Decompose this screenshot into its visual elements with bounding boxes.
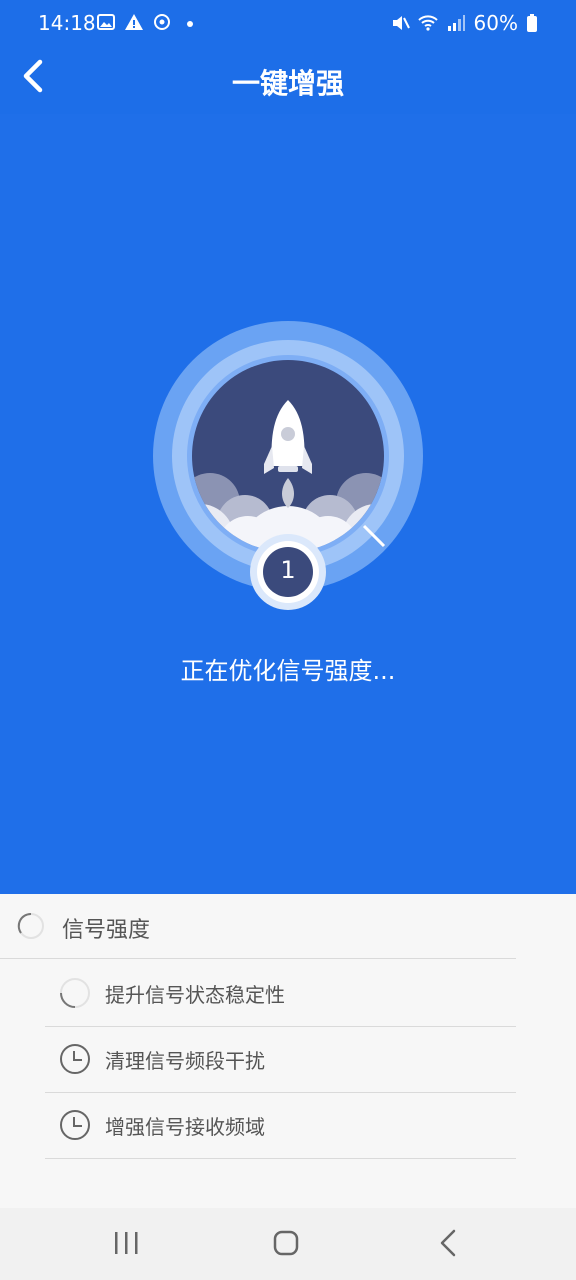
mute-icon bbox=[392, 16, 410, 30]
back-icon bbox=[440, 1229, 456, 1257]
task-label: 增强信号接收频域 bbox=[105, 1115, 265, 1139]
task-label: 清理信号频段干扰 bbox=[105, 1049, 265, 1073]
task-row: 清理信号频段干扰 bbox=[45, 1026, 516, 1093]
recent-apps-icon bbox=[115, 1232, 138, 1254]
task-row: 提升信号状态稳定性 bbox=[45, 960, 516, 1027]
loading-spinner-icon bbox=[17, 912, 44, 939]
dot-icon bbox=[187, 21, 193, 27]
app-header: 一键增强 bbox=[0, 44, 576, 114]
battery-icon bbox=[527, 14, 537, 32]
task-label: 提升信号状态稳定性 bbox=[105, 983, 285, 1007]
sync-icon bbox=[154, 14, 170, 30]
signal-icon bbox=[447, 15, 465, 31]
task-panel: 信号强度 提升信号状态稳定性 清理信号频段干扰 增强信号接收频域 bbox=[0, 894, 576, 1208]
clock-icon bbox=[60, 1044, 90, 1074]
warning-icon bbox=[125, 14, 143, 30]
page-title: 一键增强 bbox=[231, 67, 344, 100]
image-icon bbox=[97, 14, 115, 30]
boost-gauge: 1 bbox=[150, 318, 426, 618]
home-icon bbox=[273, 1230, 299, 1256]
group-label: 信号强度 bbox=[62, 918, 151, 943]
loading-spinner-icon bbox=[60, 978, 90, 1008]
clock-icon bbox=[60, 1110, 90, 1140]
task-row: 增强信号接收频域 bbox=[45, 1092, 516, 1159]
recent-apps-button[interactable] bbox=[106, 1226, 146, 1262]
boost-hero: 1 正在优化信号强度... bbox=[0, 114, 576, 894]
status-bar: 14:18 60% bbox=[0, 0, 576, 44]
wifi-icon bbox=[417, 15, 438, 31]
system-nav-bar bbox=[0, 1208, 576, 1280]
system-back-button[interactable] bbox=[428, 1226, 468, 1262]
task-group-signal-strength: 信号强度 bbox=[0, 894, 516, 959]
step-number: 1 bbox=[280, 556, 296, 584]
battery-percent: 60% bbox=[473, 11, 518, 35]
optimizing-status-text: 正在优化信号强度... bbox=[180, 657, 396, 685]
home-button[interactable] bbox=[266, 1226, 306, 1262]
status-time: 14:18 bbox=[38, 11, 96, 35]
